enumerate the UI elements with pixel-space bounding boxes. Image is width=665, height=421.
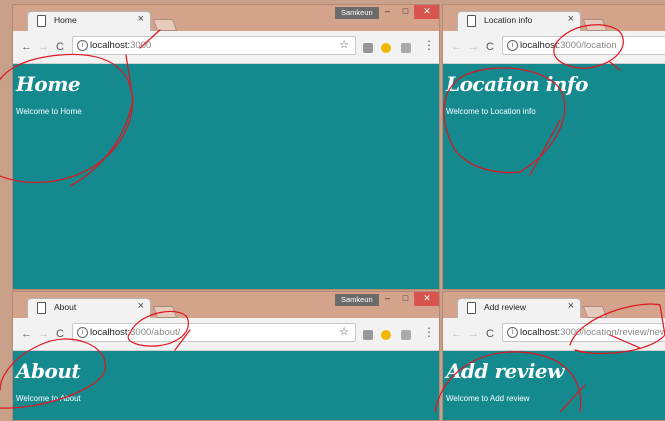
- reload-icon[interactable]: C: [56, 328, 64, 340]
- page-content: Location info Welcome to Location info: [443, 64, 665, 289]
- new-tab-button[interactable]: [152, 19, 178, 31]
- close-tab-icon[interactable]: ×: [138, 13, 144, 25]
- page-icon: [37, 302, 46, 314]
- page-icon: [467, 302, 476, 314]
- tab-home[interactable]: Home ×: [27, 11, 151, 31]
- info-icon[interactable]: i: [77, 327, 88, 338]
- minimize-button[interactable]: –: [379, 292, 396, 306]
- page-icon: [467, 15, 476, 27]
- new-tab-button[interactable]: [152, 306, 178, 318]
- close-window-button[interactable]: ✕: [414, 5, 439, 19]
- browser-window-add-review: Add review × ← → C i localhost:3000/loca…: [442, 291, 665, 421]
- reload-icon[interactable]: C: [486, 328, 494, 340]
- url-text: localhost:3000: [90, 40, 152, 51]
- page-subtitle: Welcome to Location info: [446, 107, 536, 116]
- reload-icon[interactable]: C: [56, 41, 64, 53]
- browser-window-location-info: Location info × ← → C i localhost:3000/l…: [442, 4, 665, 290]
- back-icon[interactable]: ←: [451, 41, 462, 53]
- address-bar[interactable]: i localhost:3000/location/review/new: [502, 323, 665, 342]
- tab-title: Add review: [484, 302, 527, 312]
- extension-icon[interactable]: [363, 330, 373, 340]
- page-subtitle: Welcome to About: [16, 394, 81, 403]
- info-icon[interactable]: i: [507, 327, 518, 338]
- page-heading: Location info: [446, 72, 588, 96]
- maximize-button[interactable]: □: [397, 292, 414, 306]
- page-icon: [37, 15, 46, 27]
- page-content: About Welcome to About: [13, 351, 439, 420]
- info-icon[interactable]: i: [507, 40, 518, 51]
- url-text: localhost:3000/location: [520, 40, 617, 51]
- close-tab-icon[interactable]: ×: [568, 13, 574, 25]
- maximize-button[interactable]: □: [397, 5, 414, 19]
- url-text: localhost:3000/about/: [90, 327, 181, 338]
- back-icon[interactable]: ←: [21, 41, 32, 53]
- browser-window-home: Home × Samkeun – □ ✕ ← → C i localhost:3…: [12, 4, 440, 290]
- info-icon[interactable]: i: [77, 40, 88, 51]
- page-subtitle: Welcome to Home: [16, 107, 82, 116]
- reload-icon[interactable]: C: [486, 41, 494, 53]
- page-heading: About: [16, 359, 81, 383]
- address-bar[interactable]: i localhost:3000/location: [502, 36, 665, 55]
- forward-icon[interactable]: →: [468, 41, 479, 53]
- toolbar: ← → C i localhost:3000/location/review/n…: [443, 318, 665, 351]
- extension-icon[interactable]: [401, 330, 411, 340]
- tab-title: About: [54, 302, 77, 312]
- back-icon[interactable]: ←: [21, 328, 32, 340]
- page-heading: Add review: [446, 359, 564, 383]
- tab-about[interactable]: About ×: [27, 298, 151, 318]
- close-tab-icon[interactable]: ×: [138, 300, 144, 312]
- address-bar[interactable]: i localhost:3000 ☆: [72, 36, 356, 55]
- browser-window-about: About × Samkeun – □ ✕ ← → C i localhost:…: [12, 291, 440, 421]
- page-subtitle: Welcome to Add review: [446, 394, 530, 403]
- menu-icon[interactable]: ⋮: [423, 325, 435, 339]
- bookmark-star-icon[interactable]: ☆: [339, 38, 349, 51]
- tab-add-review[interactable]: Add review ×: [457, 298, 581, 318]
- page-content: Add review Welcome to Add review: [443, 351, 665, 420]
- new-tab-button[interactable]: [582, 19, 608, 31]
- close-tab-icon[interactable]: ×: [568, 300, 574, 312]
- user-badge[interactable]: Samkeun: [335, 294, 379, 306]
- menu-icon[interactable]: ⋮: [423, 38, 435, 52]
- toolbar: ← → C i localhost:3000 ☆ ⋮: [13, 31, 439, 64]
- tab-location-info[interactable]: Location info ×: [457, 11, 581, 31]
- back-icon[interactable]: ←: [451, 328, 462, 340]
- extension-icon[interactable]: [381, 43, 391, 53]
- close-window-button[interactable]: ✕: [414, 292, 439, 306]
- tab-title: Location info: [484, 15, 533, 25]
- extension-icon[interactable]: [381, 330, 391, 340]
- url-text: localhost:3000/location/review/new: [520, 327, 665, 338]
- page-content: Home Welcome to Home: [13, 64, 439, 289]
- extension-icon[interactable]: [363, 43, 373, 53]
- page-heading: Home: [16, 72, 81, 96]
- new-tab-button[interactable]: [582, 306, 608, 318]
- toolbar: ← → C i localhost:3000/about/ ☆ ⋮: [13, 318, 439, 351]
- minimize-button[interactable]: –: [379, 5, 396, 19]
- forward-icon[interactable]: →: [38, 41, 49, 53]
- bookmark-star-icon[interactable]: ☆: [339, 325, 349, 338]
- forward-icon[interactable]: →: [468, 328, 479, 340]
- address-bar[interactable]: i localhost:3000/about/ ☆: [72, 323, 356, 342]
- forward-icon[interactable]: →: [38, 328, 49, 340]
- tab-title: Home: [54, 15, 77, 25]
- user-badge[interactable]: Samkeun: [335, 7, 379, 19]
- toolbar: ← → C i localhost:3000/location: [443, 31, 665, 64]
- extension-icon[interactable]: [401, 43, 411, 53]
